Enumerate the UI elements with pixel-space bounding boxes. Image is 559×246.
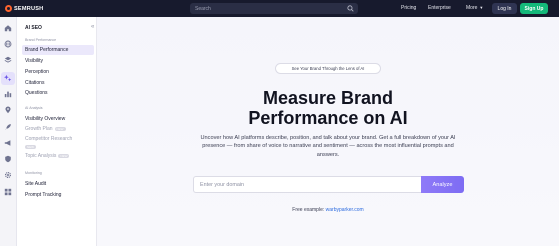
home-icon[interactable]: [4, 24, 12, 32]
ai-sparkle-icon[interactable]: [4, 74, 12, 82]
sidebar-item-growth-plan[interactable]: Growth Plan NEW: [25, 126, 66, 132]
nav-more[interactable]: More ▼: [466, 5, 483, 11]
nav-pricing[interactable]: Pricing: [401, 5, 416, 11]
section-ai-analysis: AI Analysis: [25, 106, 43, 110]
sidebar-item-brand-performance[interactable]: Brand Performance: [25, 47, 68, 53]
nav-enterprise[interactable]: Enterprise: [428, 5, 451, 11]
competitor-research-badge-row: NEW: [25, 144, 36, 150]
sidebar: AI SEO « Brand Performance Brand Perform…: [17, 17, 97, 246]
sidebar-item-questions[interactable]: Questions: [25, 90, 48, 96]
sidebar-item-perception[interactable]: Perception: [25, 69, 49, 75]
free-example-link[interactable]: warbyparker.com: [326, 207, 364, 213]
sidebar-item-topic-analysis[interactable]: Topic Analysis NEW: [25, 153, 70, 159]
pin-icon[interactable]: [4, 106, 12, 114]
search-icon[interactable]: [347, 5, 354, 12]
layers-icon[interactable]: [4, 56, 12, 64]
semrush-logo-icon: [5, 5, 12, 12]
sidebar-item-competitor-research[interactable]: Competitor Research: [25, 136, 72, 142]
domain-input-box[interactable]: [193, 176, 421, 193]
search-bar[interactable]: [190, 3, 358, 14]
section-brand-performance: Brand Performance: [25, 38, 57, 42]
icon-rail: [0, 17, 17, 246]
sidebar-item-prompt-tracking[interactable]: Prompt Tracking: [25, 192, 61, 198]
grid-icon[interactable]: [4, 188, 12, 196]
login-button[interactable]: Log In: [492, 3, 517, 14]
semrush-logo[interactable]: SEMRUSH: [5, 5, 43, 12]
main-content: See Your Brand Through the Lens of AI Me…: [97, 17, 559, 246]
headline-line-2: Performance on AI: [248, 108, 408, 128]
topic-analysis-label: Topic Analysis: [25, 153, 57, 159]
analyze-button[interactable]: Analyze: [421, 176, 464, 193]
nav-more-label: More: [466, 5, 478, 11]
headline-line-1: Measure Brand: [262, 88, 394, 108]
sidebar-item-visibility-overview[interactable]: Visibility Overview: [25, 116, 65, 122]
chevron-down-icon: ▼: [479, 5, 484, 10]
brand-name: SEMRUSH: [14, 5, 44, 12]
growth-plan-label: Growth Plan: [25, 126, 53, 132]
free-example: Free example: warbyparker.com: [97, 207, 559, 213]
megaphone-icon[interactable]: [4, 139, 12, 147]
gear-icon[interactable]: [4, 171, 12, 179]
collapse-sidebar-icon[interactable]: «: [91, 24, 94, 30]
bar-chart-icon[interactable]: [4, 90, 12, 98]
page-headline: Measure Brand Performance on AI: [97, 88, 559, 128]
domain-input[interactable]: [200, 181, 410, 188]
tagline-pill: See Your Brand Through the Lens of AI: [275, 63, 381, 74]
page-description: Uncover how AI platforms describe, posit…: [200, 135, 456, 158]
sidebar-item-citations[interactable]: Citations: [25, 80, 44, 86]
new-badge: NEW: [25, 144, 36, 149]
shield-icon[interactable]: [4, 155, 12, 163]
search-input[interactable]: [195, 3, 345, 14]
globe-icon[interactable]: [4, 40, 12, 48]
free-example-label: Free example:: [292, 207, 325, 213]
top-navigation-bar: SEMRUSH Pricing Enterprise More▼ Log In …: [0, 0, 559, 17]
new-badge: NEW: [58, 153, 70, 158]
new-badge: NEW: [54, 126, 66, 131]
section-monitoring: Monitoring: [25, 171, 42, 175]
sidebar-item-site-audit[interactable]: Site Audit: [25, 181, 46, 187]
signup-button[interactable]: Sign Up: [520, 3, 548, 14]
sidebar-title: AI SEO: [25, 25, 42, 31]
competitor-research-label: Competitor Research: [25, 136, 73, 142]
sidebar-item-visibility[interactable]: Visibility: [25, 58, 43, 64]
rocket-icon[interactable]: [4, 123, 12, 131]
